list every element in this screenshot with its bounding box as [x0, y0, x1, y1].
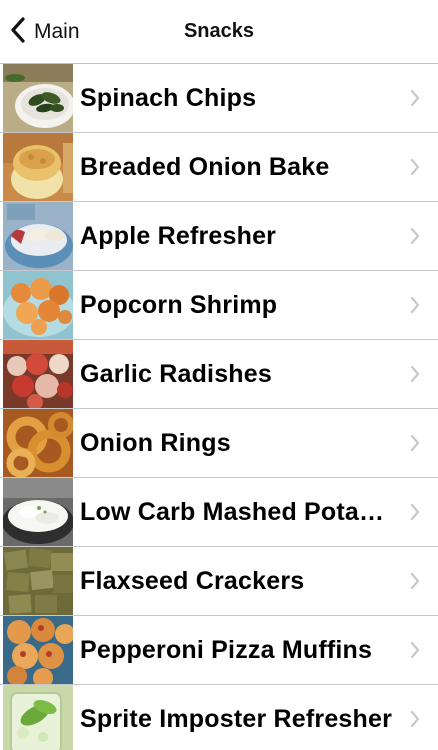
- list-item[interactable]: Onion Rings: [0, 409, 438, 478]
- apple-refresher-thumbnail: [3, 202, 73, 270]
- page-title: Snacks: [183, 20, 255, 42]
- list-item[interactable]: Spinach Chips: [0, 64, 438, 133]
- item-label: Spinach Chips: [80, 84, 257, 112]
- item-label: Sprite Imposter Refresher: [80, 705, 393, 733]
- item-label: Low Carb Mashed Pota…: [80, 498, 385, 526]
- chevron-right-icon: [410, 296, 420, 314]
- snacks-list: Spinach Chips Breaded Onion Bake Apple R…: [0, 64, 438, 750]
- list-item[interactable]: Garlic Radishes: [0, 340, 438, 409]
- list-item[interactable]: Flaxseed Crackers: [0, 547, 438, 616]
- navigation-bar: Main Snacks: [0, 0, 438, 64]
- breaded-onion-bake-thumbnail: [3, 133, 73, 201]
- pizza-muffins-thumbnail: [3, 616, 73, 684]
- popcorn-shrimp-thumbnail: [3, 271, 73, 339]
- garlic-radishes-thumbnail: [3, 340, 73, 408]
- mashed-potatoes-thumbnail: [3, 478, 73, 546]
- item-label: Breaded Onion Bake: [80, 153, 330, 181]
- item-label: Garlic Radishes: [80, 360, 272, 388]
- item-label: Popcorn Shrimp: [80, 291, 278, 319]
- chevron-right-icon: [410, 641, 420, 659]
- list-item[interactable]: Sprite Imposter Refresher: [0, 685, 438, 750]
- chevron-right-icon: [410, 227, 420, 245]
- list-item[interactable]: Pepperoni Pizza Muffins: [0, 616, 438, 685]
- item-label: Onion Rings: [80, 429, 231, 457]
- sprite-refresher-thumbnail: [3, 685, 73, 750]
- item-label: Apple Refresher: [80, 222, 277, 250]
- item-label: Flaxseed Crackers: [80, 567, 305, 595]
- flaxseed-crackers-thumbnail: [3, 547, 73, 615]
- list-item[interactable]: Breaded Onion Bake: [0, 133, 438, 202]
- list-item[interactable]: Low Carb Mashed Pota…: [0, 478, 438, 547]
- chevron-right-icon: [410, 365, 420, 383]
- list-item[interactable]: Popcorn Shrimp: [0, 271, 438, 340]
- list-item[interactable]: Apple Refresher: [0, 202, 438, 271]
- chevron-right-icon: [410, 158, 420, 176]
- onion-rings-thumbnail: [3, 409, 73, 477]
- chevron-right-icon: [410, 434, 420, 452]
- chevron-right-icon: [410, 710, 420, 728]
- chevron-right-icon: [410, 89, 420, 107]
- snacks-screen: Main Snacks Spinach Chips Breaded Onion …: [0, 0, 438, 750]
- chevron-right-icon: [410, 503, 420, 521]
- chevron-right-icon: [410, 572, 420, 590]
- item-label: Pepperoni Pizza Muffins: [80, 636, 373, 664]
- spinach-chips-thumbnail: [3, 64, 73, 132]
